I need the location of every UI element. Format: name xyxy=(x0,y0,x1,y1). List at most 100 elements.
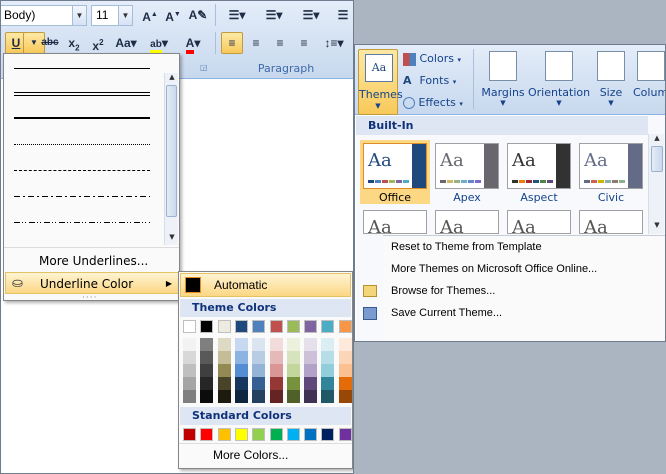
theme-shade-swatch[interactable] xyxy=(269,390,283,403)
more-colors-item[interactable]: More Colors... xyxy=(213,448,288,462)
underline-style-double[interactable] xyxy=(14,92,150,96)
theme-color-swatch[interactable] xyxy=(217,320,231,333)
justify-button[interactable]: ≡ xyxy=(293,32,315,54)
scrollbar-thumb[interactable] xyxy=(651,146,663,172)
theme-shade-swatch[interactable] xyxy=(200,390,214,403)
theme-shade-swatch[interactable] xyxy=(286,338,300,351)
theme-shade-swatch[interactable] xyxy=(200,351,214,364)
numbering-button[interactable]: ☰▾ xyxy=(257,4,291,26)
theme-shade-swatch[interactable] xyxy=(286,377,300,390)
bullets-button[interactable]: ☰▾ xyxy=(220,4,254,26)
underline-style-dot-dot-dash[interactable] xyxy=(14,222,150,223)
theme-shade-swatch[interactable] xyxy=(252,390,266,403)
underline-style-dotted[interactable] xyxy=(14,144,150,145)
standard-color-swatch[interactable] xyxy=(338,428,352,441)
line-spacing-button[interactable]: ↕≡▾ xyxy=(319,32,349,54)
align-left-button[interactable]: ≡ xyxy=(221,32,243,54)
theme-shade-swatch[interactable] xyxy=(183,390,196,403)
font-color-button[interactable]: A▾ xyxy=(179,32,207,54)
chevron-down-icon[interactable]: ▼ xyxy=(72,6,86,25)
clear-formatting-button[interactable]: A✎ xyxy=(187,4,209,26)
theme-color-swatch[interactable] xyxy=(269,320,283,333)
more-underlines-item[interactable]: More Underlines... xyxy=(5,250,179,272)
theme-tile-apex[interactable]: Aa xyxy=(435,143,499,189)
standard-color-swatch[interactable] xyxy=(252,428,266,441)
theme-shade-swatch[interactable] xyxy=(321,338,335,351)
standard-color-swatch[interactable] xyxy=(286,428,300,441)
theme-shade-swatch[interactable] xyxy=(304,338,318,351)
theme-shade-swatch[interactable] xyxy=(269,364,283,377)
orientation-button[interactable]: Orientation ▼ xyxy=(528,51,590,107)
align-center-button[interactable]: ≡ xyxy=(245,32,267,54)
theme-color-swatch[interactable] xyxy=(304,320,318,333)
theme-shade-swatch[interactable] xyxy=(286,390,300,403)
standard-color-swatch[interactable] xyxy=(217,428,231,441)
columns-button[interactable]: Colum xyxy=(633,51,665,99)
theme-color-swatch[interactable] xyxy=(234,320,248,333)
themes-scrollbar[interactable]: ▲ ▼ xyxy=(648,134,664,234)
theme-tile-civic[interactable]: Aa xyxy=(579,143,643,189)
theme-shade-swatch[interactable] xyxy=(338,351,352,364)
theme-shade-swatch[interactable] xyxy=(183,351,196,364)
theme-shade-swatch[interactable] xyxy=(234,364,248,377)
theme-shade-swatch[interactable] xyxy=(217,338,231,351)
theme-shade-swatch[interactable] xyxy=(269,351,283,364)
scroll-down-icon[interactable]: ▼ xyxy=(166,233,178,241)
themes-button[interactable]: Aa Themes ▼ xyxy=(358,49,403,115)
theme-shade-swatch[interactable] xyxy=(217,351,231,364)
highlight-button[interactable]: ab▾ xyxy=(145,32,173,54)
theme-tile-aspect[interactable]: Aa xyxy=(507,143,571,189)
more-themes-item[interactable]: More Themes on Microsoft Office Online..… xyxy=(383,258,665,280)
theme-shade-swatch[interactable] xyxy=(217,364,231,377)
theme-color-swatch[interactable] xyxy=(200,320,214,333)
fonts-button[interactable]: A Fonts ▾ xyxy=(403,74,456,90)
theme-color-swatch[interactable] xyxy=(286,320,300,333)
dialog-launcher-icon[interactable]: ◲ xyxy=(200,63,208,72)
standard-color-swatch[interactable] xyxy=(200,428,214,441)
underline-color-item[interactable]: ⛀ Underline Color ▶ xyxy=(5,272,179,294)
size-button[interactable]: Size ▼ xyxy=(593,51,629,107)
standard-color-swatch[interactable] xyxy=(183,428,196,441)
reset-theme-item[interactable]: Reset to Theme from Template xyxy=(383,236,665,258)
browse-themes-item[interactable]: Browse for Themes... xyxy=(383,280,665,302)
theme-shade-swatch[interactable] xyxy=(217,390,231,403)
theme-shade-swatch[interactable] xyxy=(321,377,335,390)
theme-shade-swatch[interactable] xyxy=(338,390,352,403)
grow-font-button[interactable]: A▲ xyxy=(139,4,161,26)
automatic-color-item[interactable]: Automatic xyxy=(180,273,351,297)
theme-shade-swatch[interactable] xyxy=(234,390,248,403)
theme-shade-swatch[interactable] xyxy=(200,364,214,377)
theme-shade-swatch[interactable] xyxy=(183,338,196,351)
shrink-font-button[interactable]: A▼ xyxy=(162,4,184,26)
underline-style-single[interactable] xyxy=(14,68,150,69)
font-size-box[interactable]: 11 ▼ xyxy=(91,5,133,26)
standard-color-swatch[interactable] xyxy=(321,428,335,441)
superscript-button[interactable]: x2 xyxy=(87,32,109,54)
theme-shade-swatch[interactable] xyxy=(338,338,352,351)
standard-color-swatch[interactable] xyxy=(304,428,318,441)
theme-tile-row2[interactable]: Aa xyxy=(579,210,643,234)
theme-shade-swatch[interactable] xyxy=(286,364,300,377)
theme-color-swatch[interactable] xyxy=(321,320,335,333)
font-name-box[interactable]: Body) ▼ xyxy=(1,5,87,26)
theme-tile-row2[interactable]: Aa xyxy=(507,210,571,234)
theme-tile-row2[interactable]: Aa xyxy=(435,210,499,234)
decrease-indent-button[interactable]: ☰ xyxy=(332,4,353,26)
theme-shade-swatch[interactable] xyxy=(252,338,266,351)
theme-shade-swatch[interactable] xyxy=(304,364,318,377)
theme-shade-swatch[interactable] xyxy=(286,351,300,364)
subscript-button[interactable]: x2 xyxy=(63,32,85,54)
standard-color-swatch[interactable] xyxy=(234,428,248,441)
align-right-button[interactable]: ≡ xyxy=(269,32,291,54)
strikethrough-button[interactable]: abc xyxy=(39,32,61,54)
underline-styles-scrollbar[interactable]: ▲ ▼ xyxy=(164,73,178,245)
theme-shade-swatch[interactable] xyxy=(304,377,318,390)
theme-color-swatch[interactable] xyxy=(338,320,352,333)
theme-shade-swatch[interactable] xyxy=(252,351,266,364)
effects-button[interactable]: Effects ▾ xyxy=(403,96,463,112)
theme-shade-swatch[interactable] xyxy=(200,338,214,351)
theme-color-swatch[interactable] xyxy=(252,320,266,333)
resize-grip-icon[interactable]: ···· xyxy=(82,293,97,303)
theme-shade-swatch[interactable] xyxy=(200,377,214,390)
theme-shade-swatch[interactable] xyxy=(234,338,248,351)
